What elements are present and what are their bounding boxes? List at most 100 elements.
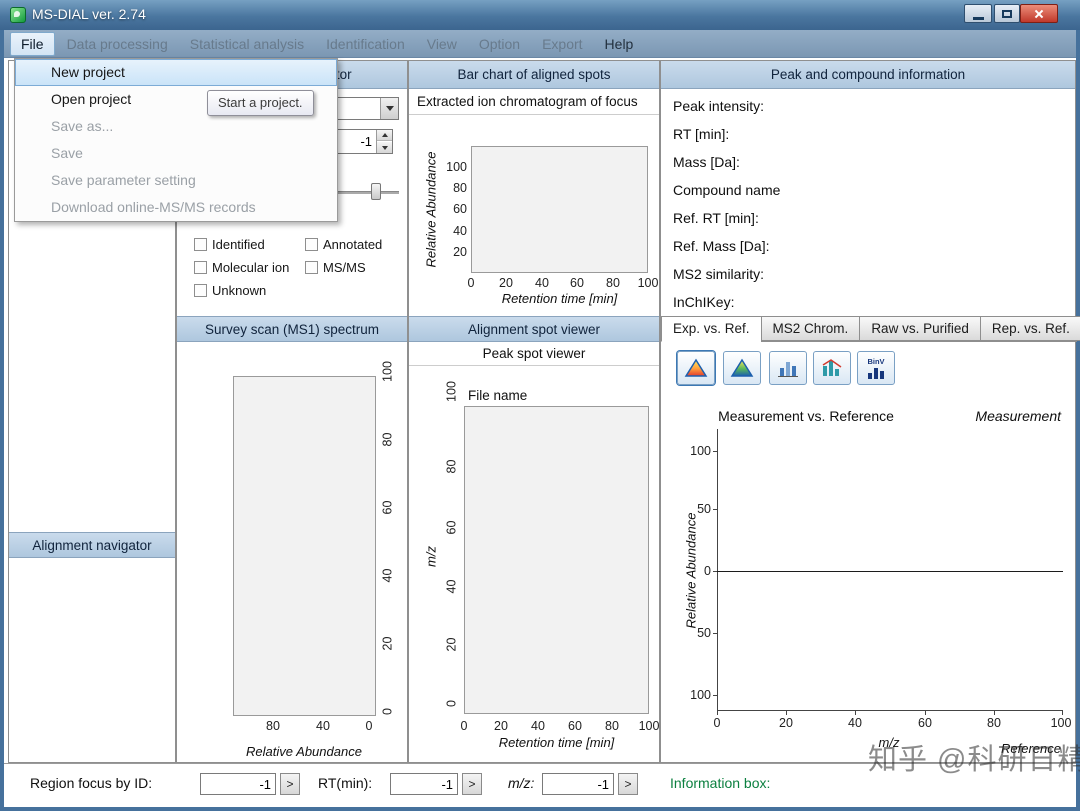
binv-label: BinV — [867, 356, 885, 366]
menu-item-save-parameter-setting[interactable]: Save parameter setting — [15, 167, 337, 194]
rt-input[interactable] — [390, 773, 458, 795]
checkbox-label: MS/MS — [323, 260, 366, 275]
start-project-tooltip: Start a project. — [207, 90, 314, 116]
eic-x-tick: 100 — [637, 276, 659, 290]
mz-label: m/z: — [508, 775, 535, 791]
maximize-button[interactable] — [994, 4, 1020, 23]
eic-y-tick: 20 — [453, 245, 467, 259]
tab-raw-vs-purified[interactable]: Raw vs. Purified — [859, 316, 980, 341]
tab-ms2-chrom[interactable]: MS2 Chrom. — [760, 316, 860, 341]
tab-rep-vs-ref[interactable]: Rep. vs. Ref. — [979, 316, 1080, 341]
menu-item-download-msms-records[interactable]: Download online-MS/MS records — [15, 194, 337, 221]
ms2-chart-title: Measurement vs. Reference — [718, 408, 894, 424]
spinner-down-button[interactable] — [377, 142, 392, 153]
alignment-navigator-header: Alignment navigator — [9, 532, 175, 558]
spot-x-axis-label: Retention time [min] — [498, 735, 615, 750]
ms2-similarity-label: MS2 similarity: — [673, 266, 765, 282]
minimize-button[interactable] — [964, 4, 992, 23]
ms2-x-tick: 60 — [918, 716, 932, 730]
survey-mz-tick: 60 — [380, 500, 395, 515]
mz-input[interactable] — [542, 773, 614, 795]
checkbox-icon[interactable] — [305, 238, 318, 251]
eic-x-tick: 0 — [467, 276, 475, 290]
peak-spot-viewer-header: Peak spot viewer — [409, 342, 659, 366]
menu-item-save[interactable]: Save — [15, 140, 337, 167]
peak-compound-info-panel: Peak and compound information Peak inten… — [660, 60, 1080, 763]
eic-subheader: Extracted ion chromatogram of focus — [409, 89, 659, 115]
spot-x-tick: 60 — [568, 719, 582, 733]
measurement-label: Measurement — [975, 408, 1061, 424]
checkbox-icon[interactable] — [305, 261, 318, 274]
slider-thumb[interactable] — [371, 183, 381, 200]
survey-scan-plot[interactable] — [233, 376, 376, 716]
peak-spot-plot[interactable] — [464, 406, 649, 714]
menu-file[interactable]: File — [10, 31, 55, 56]
information-box-label: Information box: — [670, 775, 771, 791]
inchikey-label: InChIKey: — [673, 294, 735, 310]
checkbox-icon[interactable] — [194, 284, 207, 297]
rt-go-button[interactable]: > — [462, 773, 482, 795]
menu-statistical-analysis[interactable]: Statistical analysis — [180, 33, 314, 55]
filter-msms-checkbox[interactable]: MS/MS — [305, 260, 366, 275]
chevron-down-icon — [381, 145, 388, 150]
filter-identified-checkbox[interactable]: Identified — [194, 237, 265, 252]
ref-mass-label: Ref. Mass [Da]: — [673, 238, 770, 254]
peak-intensity-label: Peak intensity: — [673, 98, 765, 114]
region-focus-id-input[interactable] — [200, 773, 276, 795]
bar-chart-title: Bar chart of aligned spots — [457, 67, 611, 82]
compound-name-label: Compound name — [673, 182, 781, 198]
file-name-label: File name — [468, 388, 528, 403]
filter-unknown-checkbox[interactable]: Unknown — [194, 283, 266, 298]
mz-go-button[interactable]: > — [618, 773, 638, 795]
survey-mz-tick: 40 — [380, 568, 395, 583]
menu-view[interactable]: View — [417, 33, 467, 55]
eic-plot[interactable] — [471, 146, 648, 273]
filter-annotated-checkbox[interactable]: Annotated — [305, 237, 382, 252]
spot-y-tick: 100 — [444, 381, 459, 402]
checkbox-icon[interactable] — [194, 261, 207, 274]
peak-compound-info-header: Peak and compound information — [661, 61, 1075, 89]
ms2-y-tick: 100 — [690, 688, 711, 702]
bar-chart-icon — [778, 362, 798, 377]
spinner-buttons — [376, 130, 392, 153]
histogram-button[interactable] — [813, 351, 851, 385]
menu-data-processing[interactable]: Data processing — [57, 33, 178, 55]
checkbox-icon[interactable] — [194, 238, 207, 251]
filter-molecular-ion-checkbox[interactable]: Molecular ion — [194, 260, 289, 275]
spectrum-view-button-1[interactable] — [677, 351, 715, 385]
tab-exp-vs-ref[interactable]: Exp. vs. Ref. — [661, 316, 761, 342]
survey-x-tick: 80 — [266, 719, 280, 733]
alignment-spot-viewer-header: Alignment spot viewer — [409, 316, 659, 342]
binvestigate-button[interactable]: BinV — [857, 351, 895, 385]
checkbox-label: Unknown — [212, 283, 267, 298]
menu-option[interactable]: Option — [469, 33, 530, 55]
menu-export[interactable]: Export — [532, 33, 592, 55]
close-button[interactable] — [1020, 4, 1058, 23]
region-focus-label: Region focus by ID: — [30, 775, 153, 791]
survey-scan-header: Survey scan (MS1) spectrum — [177, 316, 407, 342]
region-focus-go-button[interactable]: > — [280, 773, 300, 795]
bar-graph-button[interactable] — [769, 351, 807, 385]
close-icon — [1033, 8, 1045, 20]
rt-min-label: RT(min): — [318, 775, 373, 791]
zero-axis-line — [717, 571, 1063, 572]
spectrum-view-button-2[interactable] — [723, 351, 761, 385]
maximize-icon — [1002, 9, 1012, 18]
combobox-dropdown-button[interactable] — [380, 98, 398, 119]
spot-x-tick: 0 — [460, 719, 468, 733]
menu-help[interactable]: Help — [595, 33, 644, 55]
checkbox-label: Annotated — [323, 237, 383, 252]
ref-rt-label: Ref. RT [min]: — [673, 210, 759, 226]
menu-item-save-as[interactable]: Save as... — [15, 113, 337, 140]
survey-mz-tick: 100 — [380, 361, 395, 382]
menu-identification[interactable]: Identification — [316, 33, 415, 55]
spot-y-axis-label: m/z — [423, 546, 439, 567]
ms2-y-tick: 100 — [690, 444, 711, 458]
menu-item-new-project[interactable]: New project — [15, 59, 337, 86]
spinner-up-button[interactable] — [377, 130, 392, 141]
ms2-mirror-plot[interactable] — [717, 429, 1063, 711]
peak-spot-viewer-title: Peak spot viewer — [482, 346, 586, 361]
histogram-icon — [822, 359, 842, 376]
survey-mz-tick: 80 — [380, 432, 395, 447]
spectrum-tab-strip: Exp. vs. Ref. MS2 Chrom. Raw vs. Purifie… — [661, 316, 1080, 342]
